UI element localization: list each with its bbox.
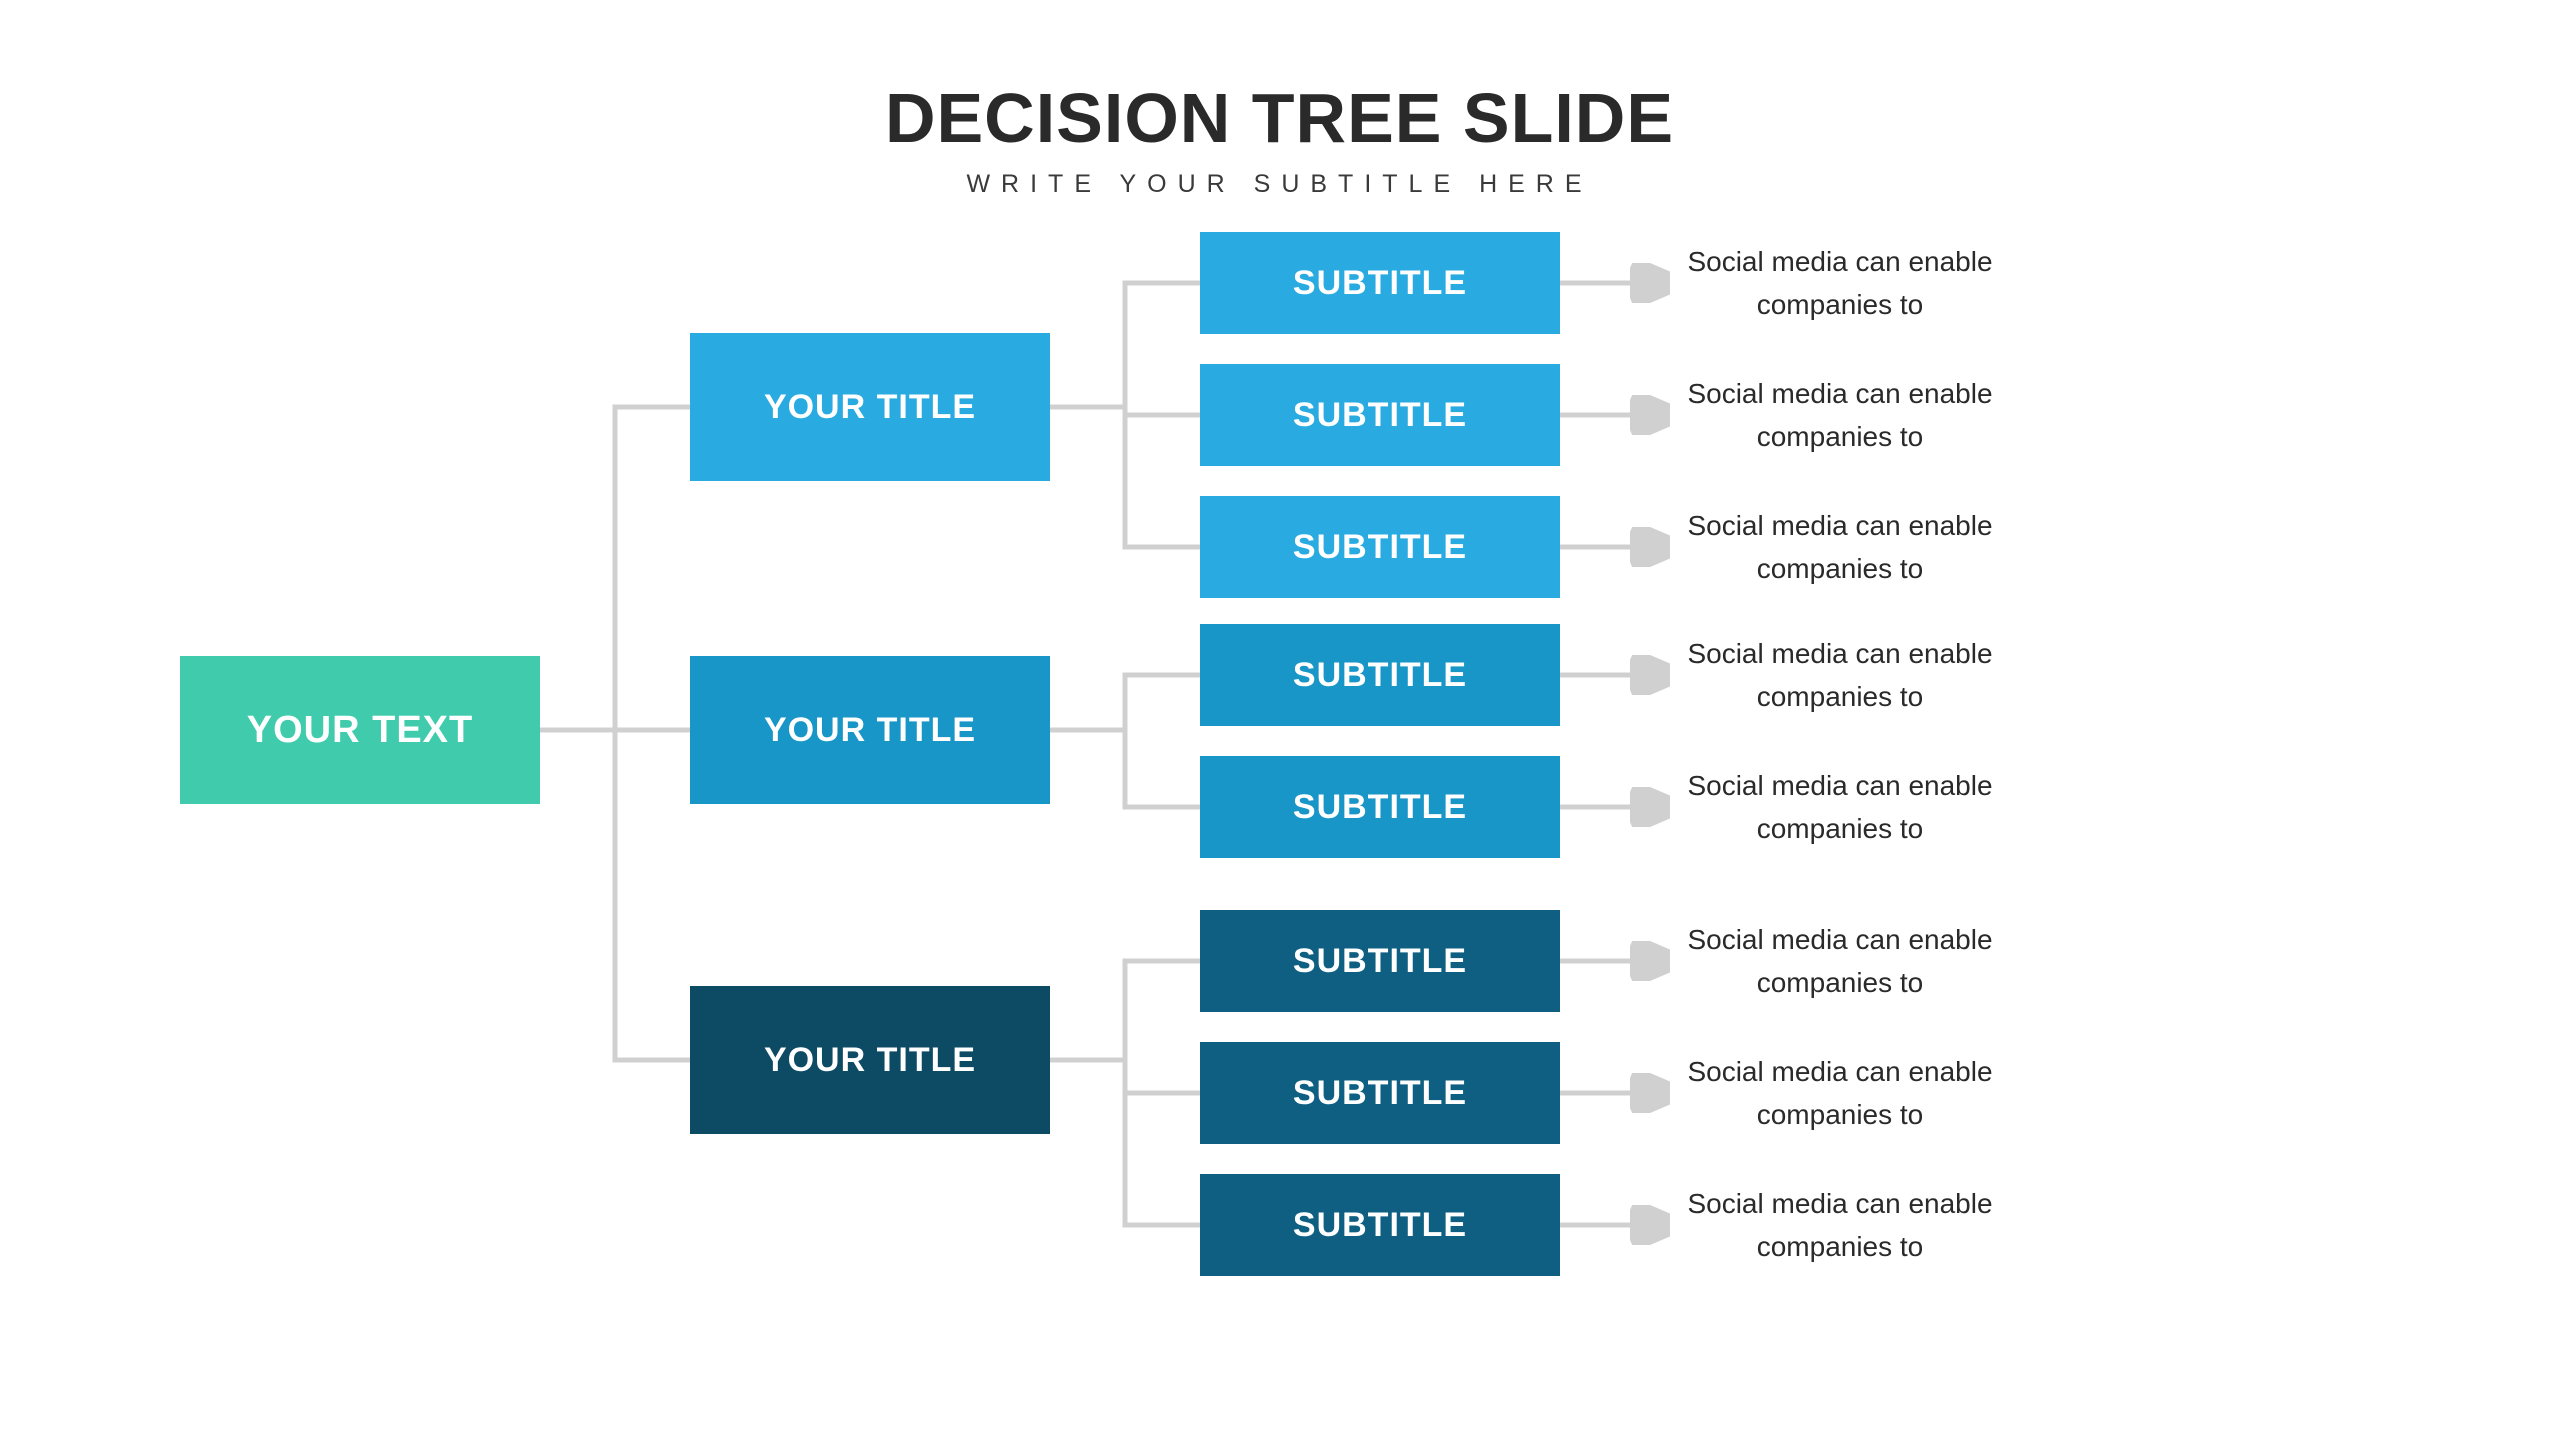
slide-title: DECISION TREE SLIDE	[885, 78, 1674, 158]
leaf-box-4: SUBTITLE	[1200, 756, 1560, 858]
leaf-description-7: Social media can enable companies to	[1680, 1182, 2000, 1269]
leaf-description-3: Social media can enable companies to	[1680, 632, 2000, 719]
leaf-description-0: Social media can enable companies to	[1680, 240, 2000, 327]
leaf-box-3: SUBTITLE	[1200, 624, 1560, 726]
branch-box-0: YOUR TITLE	[690, 333, 1050, 481]
leaf-box-6: SUBTITLE	[1200, 1042, 1560, 1144]
leaf-box-5: SUBTITLE	[1200, 910, 1560, 1012]
leaf-box-2: SUBTITLE	[1200, 496, 1560, 598]
leaf-box-1: SUBTITLE	[1200, 364, 1560, 466]
leaf-description-4: Social media can enable companies to	[1680, 764, 2000, 851]
branch-box-2: YOUR TITLE	[690, 986, 1050, 1134]
leaf-box-7: SUBTITLE	[1200, 1174, 1560, 1276]
root-box: YOUR TEXT	[180, 656, 540, 804]
leaf-description-2: Social media can enable companies to	[1680, 504, 2000, 591]
slide-subtitle: WRITE YOUR SUBTITLE HERE	[885, 170, 1674, 199]
leaf-description-1: Social media can enable companies to	[1680, 372, 2000, 459]
branch-box-1: YOUR TITLE	[690, 656, 1050, 804]
leaf-description-6: Social media can enable companies to	[1680, 1050, 2000, 1137]
leaf-box-0: SUBTITLE	[1200, 232, 1560, 334]
leaf-description-5: Social media can enable companies to	[1680, 918, 2000, 1005]
